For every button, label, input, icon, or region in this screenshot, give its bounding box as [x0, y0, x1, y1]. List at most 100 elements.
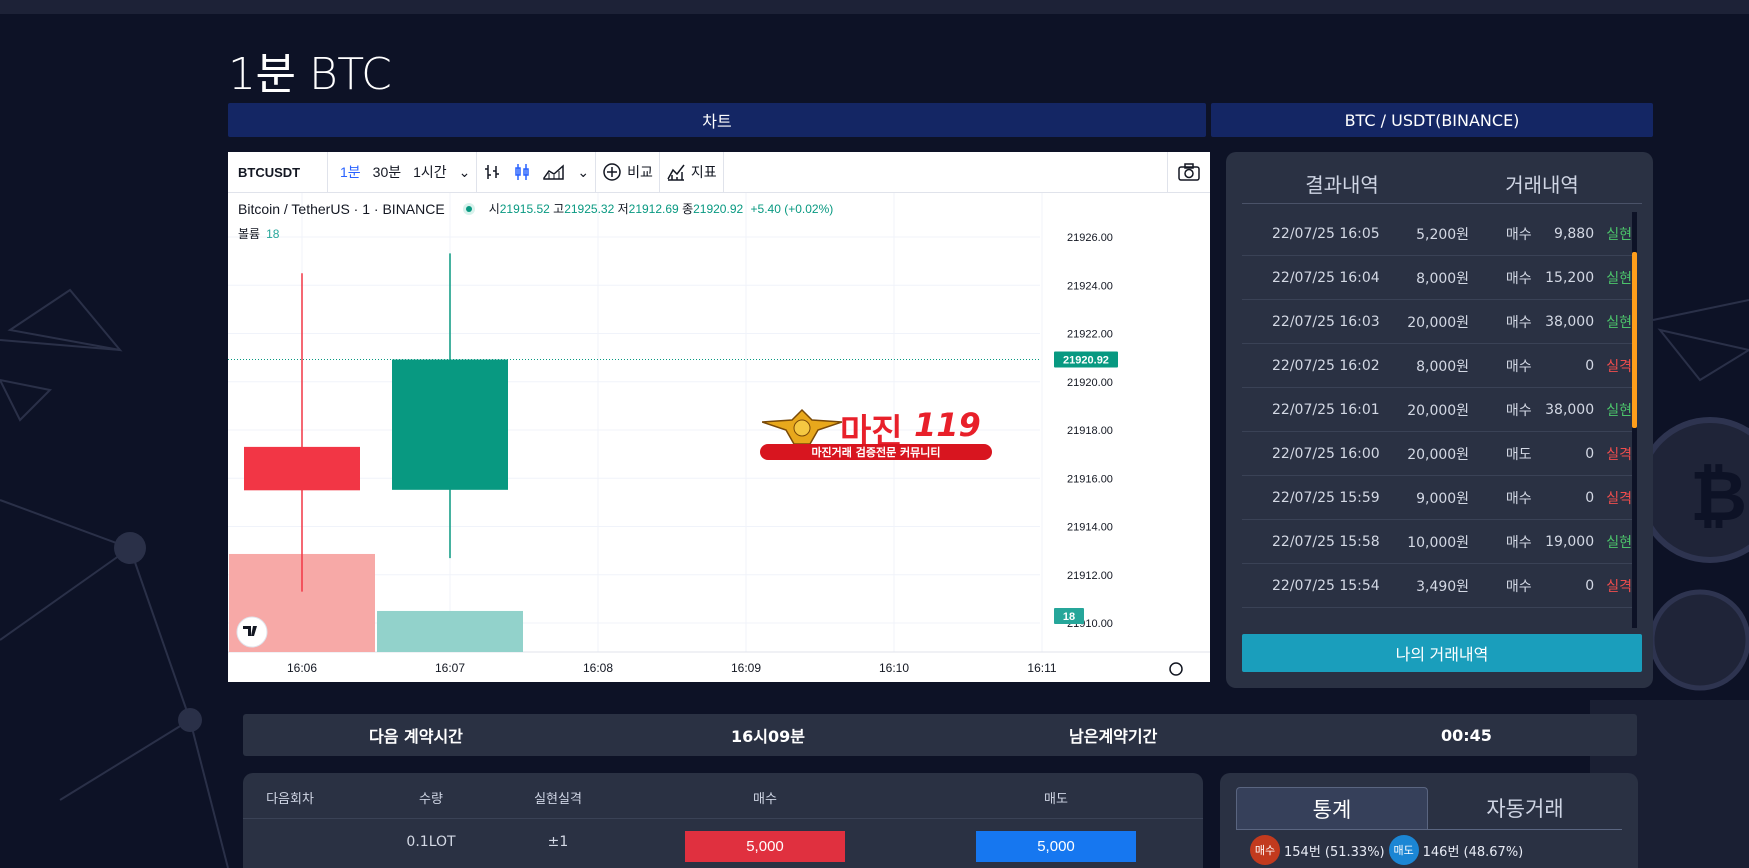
sell-badge: 매도 [1388, 835, 1419, 865]
compare-button[interactable]: 비교 [596, 152, 659, 193]
area-chart-icon [543, 164, 565, 180]
result-side: 매수 [1505, 490, 1532, 507]
my-trades-button[interactable]: 나의 거래내역 [1242, 634, 1642, 672]
low-label: 저 [617, 202, 629, 216]
tab-trades[interactable]: 거래내역 [1442, 164, 1642, 203]
y-tick-label: 21916.00 [1067, 473, 1113, 485]
scrollbar-thumb[interactable] [1632, 252, 1637, 428]
symbol-description: Bitcoin / TetherUS · 1 · BINANCE [238, 200, 445, 217]
result-amount: 8,000원 [1416, 358, 1470, 375]
open-value: 21915.52 [499, 202, 550, 216]
result-row: 22/07/25 15:59 9,000원 매수 0 실격 [1242, 476, 1632, 520]
interval-1m[interactable]: 1분 [334, 152, 367, 193]
result-status: 실격 [1606, 446, 1633, 463]
bar-style-button[interactable] [477, 152, 507, 193]
result-row: 22/07/25 16:03 20,000원 매수 38,000 실현 [1242, 300, 1632, 344]
camera-icon [1178, 163, 1200, 181]
high-value: 21925.32 [564, 202, 615, 216]
header-next-round: 다음회차 [266, 792, 314, 807]
interval-1h[interactable]: 1시간 [407, 152, 453, 193]
result-time: 22/07/25 15:58 [1272, 533, 1380, 550]
chart-type-dropdown[interactable]: ⌄ [571, 152, 595, 193]
result-amount: 5,200원 [1416, 226, 1470, 243]
remaining-label: 남은계약기간 [1069, 727, 1158, 746]
last-price-label: 21920.92 [1063, 355, 1109, 367]
tab-stats[interactable]: 통계 [1236, 787, 1428, 829]
candles-icon [515, 164, 530, 180]
chevron-down-icon: ⌄ [577, 163, 590, 180]
result-time: 22/07/25 16:01 [1272, 401, 1380, 418]
result-row: 22/07/25 16:02 8,000원 매수 0 실격 [1242, 344, 1632, 388]
volume-legend: 볼륨 18 [238, 225, 279, 242]
result-side: 매수 [1505, 270, 1532, 287]
order-header: 다음회차 수량 실현실격 매수 매도 [243, 773, 1203, 819]
close-label: 종 [682, 202, 694, 216]
bars-icon [485, 165, 500, 179]
x-tick-label: 16:10 [879, 661, 909, 675]
next-contract-value: 16시09분 [731, 727, 805, 746]
result-amount: 20,000원 [1407, 402, 1470, 419]
high-label: 고 [553, 202, 565, 216]
result-profit: 0 [1585, 577, 1595, 594]
result-row: 22/07/25 16:05 5,200원 매수 9,880 실현 [1242, 212, 1632, 256]
result-profit: 15,200 [1545, 269, 1595, 286]
next-contract-label: 다음 계약시간 [369, 727, 463, 746]
tab-results[interactable]: 결과내역 [1242, 164, 1442, 203]
chart-panel: BTCUSDT 1분 30분 1시간 ⌄ ⌄ 비교 지표 21926.00 21… [228, 151, 1210, 682]
x-tick-label: 16:07 [435, 661, 465, 675]
x-tick-label: 16:11 [1027, 661, 1056, 675]
candle-style-button[interactable] [507, 152, 537, 193]
svg-text:₿: ₿ [1690, 455, 1747, 537]
snapshot-button[interactable] [1168, 152, 1210, 193]
result-status: 실격 [1606, 490, 1633, 507]
settings-gear-icon [1169, 662, 1183, 676]
plus-circle-icon [603, 163, 621, 181]
result-time: 22/07/25 16:03 [1272, 313, 1380, 330]
result-amount: 9,000원 [1416, 490, 1470, 507]
result-status: 실현 [1606, 226, 1633, 243]
result-status: 실현 [1606, 402, 1633, 419]
symbol-search[interactable]: BTCUSDT [228, 151, 328, 193]
y-tick-label: 21924.00 [1067, 280, 1113, 292]
chart-toolbar: BTCUSDT 1분 30분 1시간 ⌄ ⌄ 비교 지표 [228, 151, 1210, 193]
market-status-icon [462, 202, 475, 215]
y-tick-label: 21912.00 [1067, 570, 1113, 582]
area-style-button[interactable] [537, 152, 571, 193]
y-tick-label: 21920.00 [1067, 377, 1113, 389]
x-tick-label: 16:08 [583, 661, 613, 675]
ohlc-values: 시21915.52 고21925.32 저21912.69 종21920.92 … [489, 200, 834, 217]
compare-label: 비교 [627, 164, 653, 180]
order-qty: 0.1LOT [406, 834, 456, 850]
result-profit: 38,000 [1545, 313, 1595, 330]
y-tick-label: 21918.00 [1067, 425, 1113, 437]
candlestick-chart[interactable]: 21926.00 21924.00 21922.00 21920.00 21918.00… [228, 193, 1210, 682]
sell-button[interactable]: 5,000 [976, 831, 1136, 862]
candle-body [244, 446, 360, 491]
y-tick-label: 21926.00 [1067, 232, 1113, 244]
tab-auto-trade[interactable]: 자동거래 [1428, 787, 1622, 829]
stats-divider [1236, 829, 1622, 830]
result-profit: 9,880 [1554, 225, 1595, 242]
order-panel: 다음회차 수량 실현실격 매수 매도 0.1LOT ±1 5,000 5,000 [243, 773, 1203, 868]
result-status: 실격 [1606, 358, 1633, 375]
result-profit: 19,000 [1545, 533, 1595, 550]
volume-label: 볼륨 [238, 227, 261, 241]
interval-30m[interactable]: 30분 [367, 152, 407, 193]
result-amount: 10,000원 [1407, 534, 1470, 551]
buy-button[interactable]: 5,000 [685, 831, 845, 862]
watermark-logo: 마진 119 마진거래 검증전문 커뮤니티 [758, 404, 994, 462]
results-list: 22/07/25 16:05 5,200원 매수 9,880 실현 22/07/25 16… [1242, 212, 1632, 608]
interval-dropdown[interactable]: ⌄ [453, 152, 477, 193]
stats-summary: 매수 154번 (51.33%) 매도 146번 (48.67%) [1250, 835, 1523, 865]
header-buy: 매수 [753, 792, 777, 807]
result-side: 매수 [1505, 402, 1532, 419]
eagle-emblem-icon [762, 408, 842, 445]
watermark-subtitle: 마진거래 검증전문 커뮤니티 [760, 444, 992, 460]
tab-pair[interactable]: BTC / USDT(BINANCE) [1211, 103, 1653, 137]
indicators-button[interactable]: 지표 [660, 152, 723, 193]
result-status: 실현 [1606, 314, 1633, 331]
result-time: 22/07/25 15:54 [1272, 577, 1380, 594]
change-value: +5.40 (+0.02%) [750, 202, 834, 216]
tab-chart[interactable]: 차트 [228, 103, 1206, 137]
stats-panel: 통계 자동거래 매수 154번 (51.33%) 매도 146번 (48.67%… [1220, 773, 1638, 868]
